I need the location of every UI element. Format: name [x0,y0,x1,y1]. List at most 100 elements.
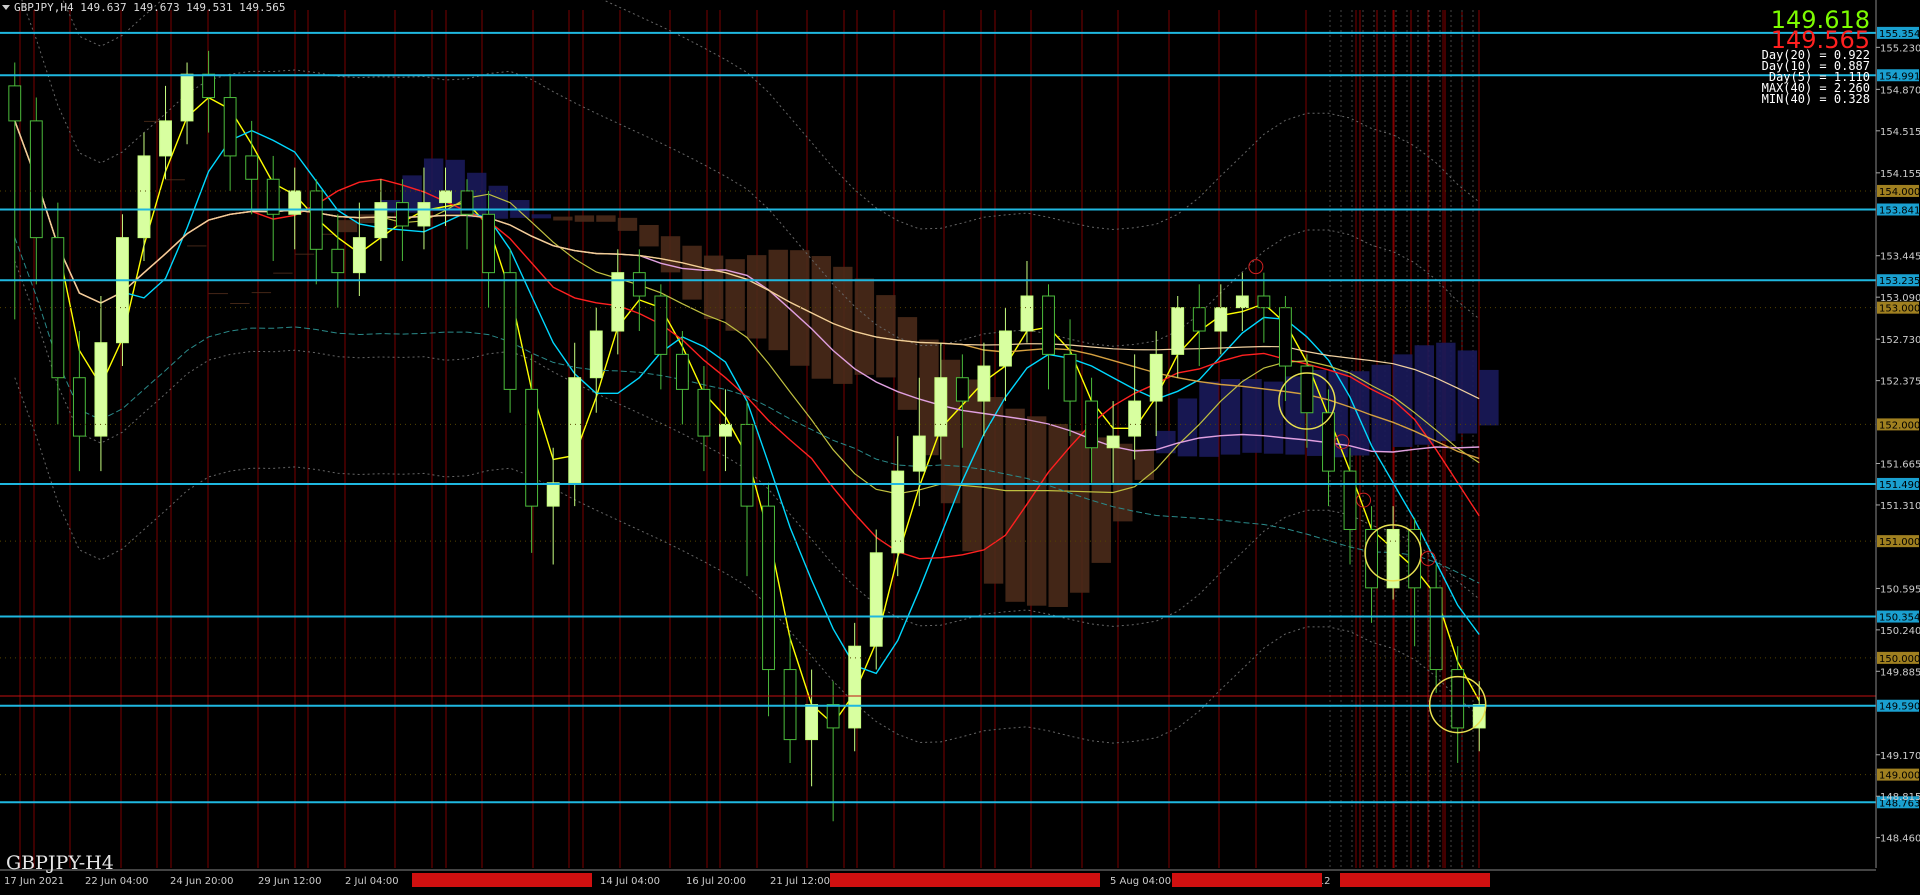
candle-body [697,388,711,437]
round-level-label: 154.000 [1879,187,1920,198]
ichimoku-cloud-bar [1199,381,1219,457]
price-tick-label: 155.230 [1880,43,1920,54]
stat-min40: MIN(40) = 0.328 [1761,92,1870,106]
candle-body [417,202,431,227]
time-tick-label: 5 Aug 04:00 [1110,876,1171,887]
candle-body [719,423,732,437]
candle-body [740,423,754,507]
candle-body [525,388,539,507]
price-tick-label: 151.310 [1880,501,1920,512]
candle-body [869,552,883,647]
time-tick-label: 21 Jul 12:00 [770,876,830,887]
candle-body [460,190,474,215]
ichimoku-cloud-bar [833,266,853,384]
price-chart[interactable]: 155.354 154.991 153.841 153.235 151.490 150.3… [0,0,1920,891]
price-tick-label: 152.730 [1880,335,1920,346]
ichimoku-cloud-bar [1414,345,1435,445]
event-strip [412,873,592,887]
candle-body [999,330,1012,367]
candle-body [611,272,625,332]
candle-body [848,645,862,729]
round-level-label: 151.000 [1879,537,1920,548]
candle-body [805,704,819,741]
ichimoku-cloud-bar [208,293,228,295]
ichimoku-cloud-bar [790,250,810,366]
price-tick-label: 154.515 [1880,127,1920,138]
candle-body [783,669,797,741]
candle-body [439,190,452,204]
candle-body [223,97,237,157]
candle-body [977,365,991,402]
price-tick-label: 153.090 [1880,293,1920,304]
dropdown-triangle-icon[interactable] [2,4,10,10]
candle-body [955,377,969,402]
candle-body [1365,528,1378,589]
candle-body [1429,587,1443,671]
price-tick-label: 148.460 [1880,834,1920,845]
price-tick-label: 150.240 [1880,626,1920,637]
time-tick-label: 24 Jun 20:00 [170,876,234,887]
ichimoku-cloud-bar [617,217,638,231]
candle-body [503,272,517,390]
ichimoku-cloud-bar [1026,416,1047,606]
candle-body [352,237,366,274]
ichimoku-cloud-bar [596,215,616,222]
ichimoku-cloud-bar [1134,449,1155,480]
ichimoku-cloud-bar [553,216,573,221]
candle-body [1451,669,1465,729]
candle-body [912,435,926,472]
candle-body [1020,295,1034,332]
price-tick-label: 149.170 [1880,751,1920,762]
candle-body [1257,295,1271,309]
candle-body [116,237,129,344]
candle-body [546,482,560,507]
candle-body [1408,528,1422,589]
price-tick-label: 152.375 [1880,377,1920,388]
ichimoku-cloud-bar [1371,364,1391,452]
ichimoku-cloud-bar [897,317,918,410]
candle-body [180,73,194,122]
round-level-label: 149.000 [1879,771,1920,782]
candle-body [568,377,582,484]
time-tick-label: 17 Jun 2021 [4,876,64,887]
candle-body [1214,307,1228,332]
candle-body [202,73,216,99]
chart-header: GBPJPY,H4 149.637 149.673 149.531 149.56… [0,0,286,14]
info-panel: 149.618 149.565 Day(20) = 0.922 Day(10) … [1761,8,1870,106]
candle-body [94,342,108,437]
sr-level-label: 153.841 [1879,205,1920,216]
candle-body [72,377,86,437]
candle-body [51,237,65,379]
ichimoku-cloud-bar [1457,350,1478,434]
ichimoku-cloud-bar [1005,408,1025,602]
ichimoku-cloud-bar [682,245,702,300]
ichimoku-cloud-bar [1436,342,1456,442]
candle-body [934,377,948,437]
ichimoku-cloud-bar [1070,430,1090,593]
candle-body [1042,295,1055,355]
ichimoku-cloud-bar [230,303,250,305]
candle-body [675,353,689,390]
ichimoku-cloud-bar [703,255,724,320]
ichimoku-cloud-bar [294,253,315,255]
candle-body [159,120,172,157]
chart-area[interactable]: 155.354 154.991 153.841 153.235 151.490 150.3… [0,0,1920,891]
symbol-label: GBPJPY-H4 [6,852,114,874]
ichimoku-cloud-bar [337,220,358,233]
price-tick-label: 154.870 [1880,85,1920,96]
ichimoku-cloud-bar [574,215,595,222]
ichimoku-cloud-bar [1479,369,1499,426]
candle-body [1343,470,1357,530]
ichimoku-cloud-bar [854,278,875,375]
candle-body [1386,528,1400,589]
price-tick-label: 149.885 [1880,667,1920,678]
ichimoku-cloud-bar [531,214,552,219]
time-tick-label: 29 Jun 12:00 [258,876,322,887]
round-level-label: 153.000 [1879,304,1920,315]
candle-body [1128,400,1142,437]
candle-body [654,295,668,355]
ichimoku-cloud-bar [1242,379,1262,453]
ichimoku-cloud-bar [1048,423,1068,607]
ichimoku-cloud-bar [251,292,272,294]
ichimoku-cloud-bar [1113,443,1133,522]
